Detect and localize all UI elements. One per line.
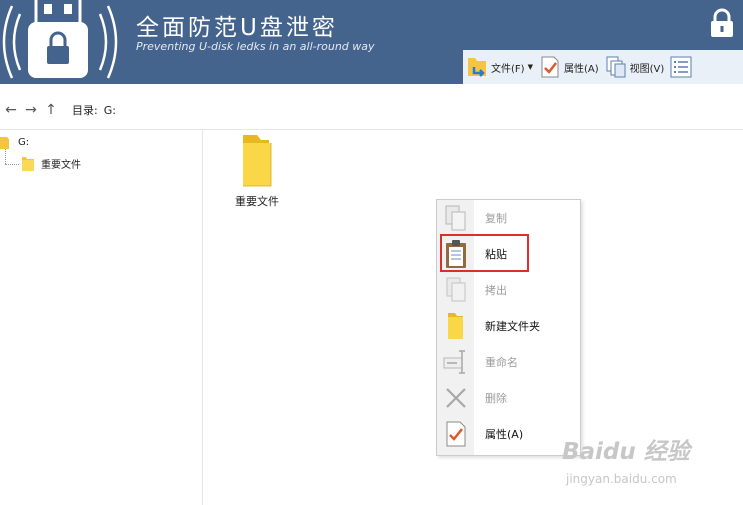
tree-child-label: 重要文件 [41,160,81,171]
context-menu-item-delete[interactable]: 删除 [437,380,580,416]
view-menu-label: 视图(V) [629,63,665,75]
app-title: 全面防范U盘泄密 [136,15,338,41]
file-menu-button[interactable]: 文件(F) ▼ [463,50,536,84]
context-menu-label: 拷出 [485,284,507,297]
folder-icon [22,157,34,171]
folder-arrow-icon [468,58,486,77]
context-menu-item-rename[interactable]: 重命名 [437,344,580,380]
paste-highlight-box [440,234,529,272]
view-menu-button[interactable]: 视图(V) [602,50,668,84]
delete-icon [445,388,466,408]
lock-icon[interactable] [709,8,735,38]
tree-item-drive[interactable]: G: [0,135,29,149]
path-value: G: [103,103,116,117]
list-icon [670,56,692,78]
app-subtitle: Preventing U-disk ledks in an all-round … [136,40,375,53]
file-item-label: 重要文件 [235,195,279,208]
checklist-icon [541,56,559,78]
context-menu-item-export[interactable]: 拷出 [437,272,580,308]
usb-lock-logo-icon [2,0,118,79]
context-menu-item-copy[interactable]: 复制 [437,200,580,236]
rename-icon [443,350,465,374]
properties-label: 属性(A) [563,63,599,75]
forward-arrow-icon[interactable]: → [22,101,40,119]
properties-button[interactable]: 属性(A) [536,50,602,84]
export-icon [446,277,465,302]
tree-connector [5,164,19,165]
app-header: 全面防范U盘泄密 Preventing U-disk ledks in an a… [0,0,743,84]
context-menu-label: 重命名 [485,356,518,369]
context-menu-label: 删除 [485,392,507,405]
folder-tree: G: 重要文件 [0,130,203,505]
toolbar: 文件(F) ▼ 属性(A) 视图(V) [463,50,743,84]
path-label: 目录: [72,104,98,117]
folder-icon [243,135,272,187]
navigation-bar: ← → ↑ 目录: G: [0,96,743,124]
back-arrow-icon[interactable]: ← [2,101,20,119]
file-item[interactable]: 重要文件 [231,135,283,209]
tree-root-label: G: [18,136,30,148]
file-menu-label: 文件(F) [491,63,525,75]
list-view-button[interactable] [667,50,698,84]
watermark: Baidu 经验 [562,439,690,465]
context-menu-label: 复制 [485,212,507,225]
watermark-url: jingyan.baidu.com [566,472,677,486]
context-menu-label: 属性(A) [485,428,524,441]
tree-connector [5,148,6,164]
up-arrow-icon[interactable]: ↑ [42,101,60,119]
checklist-icon [446,421,465,447]
folder-icon [0,137,9,149]
context-menu-item-properties[interactable]: 属性(A) [437,416,580,452]
chevron-down-icon: ▼ [527,63,533,71]
copy-icon [445,205,465,231]
view-pages-icon [606,56,626,78]
tree-item-folder[interactable]: 重要文件 [22,156,81,171]
context-menu-item-new-folder[interactable]: 新建文件夹 [437,308,580,344]
new-folder-icon [447,313,463,339]
context-menu-label: 新建文件夹 [485,320,540,333]
